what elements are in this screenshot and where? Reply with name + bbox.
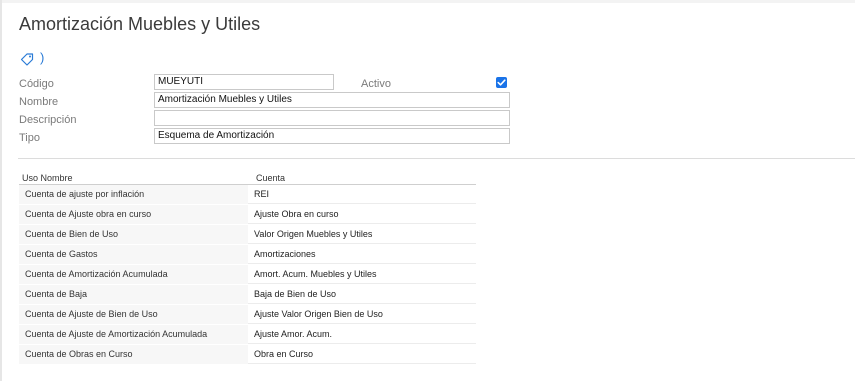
table-row[interactable]: Cuenta de ajuste por inflación REI xyxy=(19,185,476,205)
section-divider xyxy=(18,158,855,159)
cell-cuenta[interactable]: Amort. Acum. Muebles y Utiles xyxy=(248,265,476,284)
cell-uso: Cuenta de Ajuste obra en curso xyxy=(19,205,248,224)
cell-uso: Cuenta de Ajuste de Amortización Acumula… xyxy=(19,325,248,344)
table-row[interactable]: Cuenta de Gastos Amortizaciones xyxy=(19,245,476,265)
cell-uso: Cuenta de ajuste por inflación xyxy=(19,185,248,204)
cell-uso: Cuenta de Amortización Acumulada xyxy=(19,265,248,284)
table-row[interactable]: Cuenta de Obras en Curso Obra en Curso xyxy=(19,345,476,365)
nombre-field[interactable]: Amortización Muebles y Utiles xyxy=(154,92,510,108)
cell-uso: Cuenta de Baja xyxy=(19,285,248,304)
cell-uso: Cuenta de Bien de Uso xyxy=(19,225,248,244)
cell-cuenta[interactable]: Ajuste Valor Origen Bien de Uso xyxy=(248,305,476,324)
header-uso-nombre: Uso Nombre xyxy=(22,173,73,183)
table-header: Uso Nombre Cuenta xyxy=(19,173,476,185)
chevron-right-icon[interactable]: ) xyxy=(40,50,44,65)
header-cuenta: Cuenta xyxy=(256,173,286,183)
cell-cuenta[interactable]: Amortizaciones xyxy=(248,245,476,264)
cell-cuenta[interactable]: Ajuste Amor. Acum. xyxy=(248,325,476,344)
tipo-field[interactable]: Esquema de Amortización xyxy=(154,128,510,144)
tipo-label: Tipo xyxy=(19,132,40,144)
cell-cuenta[interactable]: REI xyxy=(248,185,476,204)
table-row[interactable]: Cuenta de Ajuste de Amortización Acumula… xyxy=(19,325,476,345)
cell-cuenta[interactable]: Valor Origen Muebles y Utiles xyxy=(248,225,476,244)
table-row[interactable]: Cuenta de Bien de Uso Valor Origen Muebl… xyxy=(19,225,476,245)
cell-uso: Cuenta de Obras en Curso xyxy=(19,345,248,364)
top-border xyxy=(0,0,855,3)
table-row[interactable]: Cuenta de Ajuste de Bien de Uso Ajuste V… xyxy=(19,305,476,325)
cell-uso: Cuenta de Gastos xyxy=(19,245,248,264)
cell-cuenta[interactable]: Ajuste Obra en curso xyxy=(248,205,476,224)
table-row[interactable]: Cuenta de Ajuste obra en curso Ajuste Ob… xyxy=(19,205,476,225)
page-title: Amortización Muebles y Utiles xyxy=(19,14,261,34)
check-icon xyxy=(497,79,506,86)
codigo-field[interactable]: MUEYUTI xyxy=(154,74,334,90)
nombre-label: Nombre xyxy=(19,96,59,108)
activo-checkbox[interactable] xyxy=(496,77,507,88)
descripcion-field[interactable] xyxy=(154,110,510,126)
cuentas-table: Uso Nombre Cuenta Cuenta de ajuste por i… xyxy=(19,173,476,365)
tag-icon[interactable] xyxy=(20,52,34,66)
cell-cuenta[interactable]: Baja de Bien de Uso xyxy=(248,285,476,304)
table-row[interactable]: Cuenta de Baja Baja de Bien de Uso xyxy=(19,285,476,305)
descripcion-label: Descripción xyxy=(19,114,77,126)
cell-cuenta[interactable]: Obra en Curso xyxy=(248,345,476,364)
left-border xyxy=(0,0,2,381)
activo-label: Activo xyxy=(361,78,391,90)
codigo-label: Código xyxy=(19,78,54,90)
table-row[interactable]: Cuenta de Amortización Acumulada Amort. … xyxy=(19,265,476,285)
cell-uso: Cuenta de Ajuste de Bien de Uso xyxy=(19,305,248,324)
